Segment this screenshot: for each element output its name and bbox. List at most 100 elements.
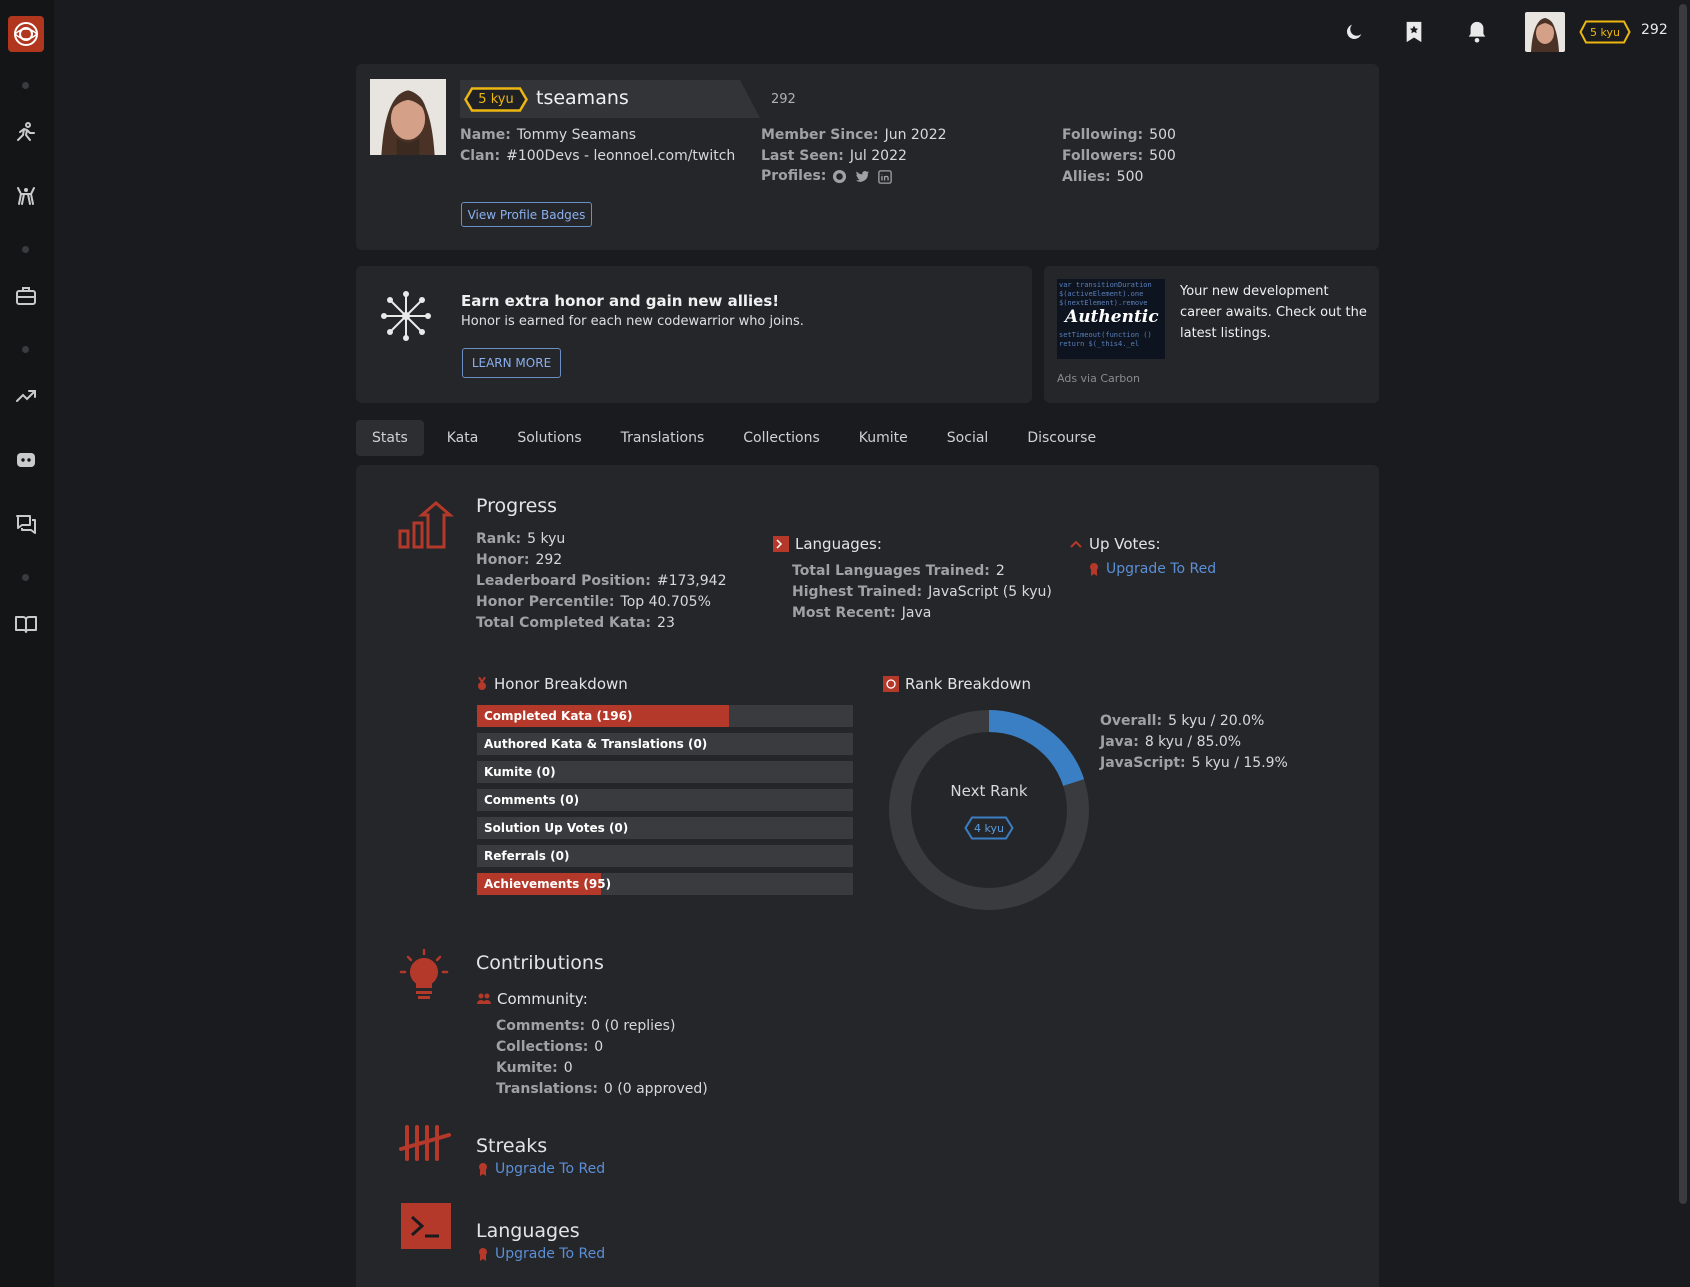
referral-promo-card: Earn extra honor and gain new allies! Ho… [356,266,1032,403]
learn-more-button[interactable]: LEARN MORE [462,348,561,378]
profile-col-3: Following: 500 Followers: 500 Allies: 500 [1062,124,1176,187]
next-rank-label: Next Rank [950,782,1028,800]
carbon-ad-card: var transitionDuration $(activeElement).… [1044,266,1379,403]
tab-collections[interactable]: Collections [727,420,836,456]
tab-kata[interactable]: Kata [431,420,495,456]
progress-stats: Rank: 5 kyu Honor: 292 Leaderboard Positio… [476,528,726,633]
upvotes-upgrade-link[interactable]: Upgrade To Red [1106,561,1216,577]
svg-text:return $(_this4._el: return $(_this4._el [1059,340,1139,348]
member-since-label: Member Since: [761,127,879,143]
collections-label: Collections: [496,1039,589,1055]
discord-icon[interactable] [12,446,40,474]
honor-bar-label: Completed Kata (196) [484,709,633,723]
user-avatar[interactable] [1525,12,1565,52]
honor-bar: Completed Kata (196) [477,705,853,727]
top-rank-badge: 5 kyu [1579,20,1631,44]
medal-icon [478,677,486,690]
percentile-label: Honor Percentile: [476,594,615,610]
upgrade-ribbon-icon [1090,563,1098,576]
languages-summary-stats: Total Languages Trained: 2 Highest Traine… [792,560,1052,623]
most-recent-value: Java [901,605,932,621]
profiles-label: Profiles: [761,168,827,184]
twitter-icon[interactable] [855,169,870,184]
practice-icon[interactable] [12,182,40,210]
profile-avatar [370,79,446,155]
page-scrollbar[interactable] [1676,0,1690,1287]
tab-stats[interactable]: Stats [356,420,424,456]
view-profile-badges-button[interactable]: View Profile Badges [461,202,592,227]
upvotes-upgrade: Upgrade To Red [1089,561,1216,577]
upgrade-ribbon-icon [479,1248,487,1261]
honor-bar: Achievements (95) [477,873,853,895]
tab-solutions[interactable]: Solutions [501,420,597,456]
contributions-title: Contributions [476,952,604,974]
java-value: 8 kyu / 85.0% [1144,734,1242,750]
clan-label: Clan: [460,148,501,164]
profile-card: 5 kyu tseamans 292 Name: Tommy Seamans Cl… [356,64,1379,250]
sidebar-divider-dot [22,574,29,581]
completed-label: Total Completed Kata: [476,615,652,631]
notifications-bell-icon[interactable] [1463,18,1491,46]
profile-col-1: Name: Tommy Seamans Clan: #100Devs - leonn… [460,124,735,166]
honor-bar: Referrals (0) [477,845,853,867]
followers-label: Followers: [1062,148,1144,164]
most-recent-label: Most Recent: [792,605,896,621]
name-value: Tommy Seamans [516,127,637,143]
community-title: Community: [497,990,588,1008]
tab-discourse[interactable]: Discourse [1011,420,1112,456]
clan-value: #100Devs - leonnoel.com/twitch [506,148,736,164]
tab-social[interactable]: Social [931,420,1005,456]
github-icon[interactable] [832,169,847,184]
upgrade-ribbon-icon [479,1163,487,1176]
streaks-upgrade-link[interactable]: Upgrade To Red [495,1161,605,1177]
next-rank-badge: 4 kyu [964,816,1014,840]
promo-title: Earn extra honor and gain new allies! [461,292,780,310]
codewars-logo[interactable] [8,16,44,52]
dark-mode-moon-icon[interactable] [1340,18,1368,46]
profile-honor: 292 [771,92,796,107]
total-languages-label: Total Languages Trained: [792,563,990,579]
progress-title: Progress [476,495,558,517]
comments-value: 0 (0 replies) [591,1018,676,1034]
tab-kumite[interactable]: Kumite [843,420,924,456]
streaks-title: Streaks [476,1135,548,1157]
sidebar-divider-dot [22,82,29,89]
javascript-label: JavaScript: [1100,755,1186,771]
ad-image[interactable]: var transitionDuration $(activeElement).… [1057,279,1165,359]
upvotes-header: Up Votes: [1069,535,1161,553]
docs-book-icon[interactable] [12,610,40,638]
allies-label: Allies: [1062,169,1111,185]
honor-bar-label: Solution Up Votes (0) [484,821,629,835]
username-banner: 5 kyu tseamans [460,80,760,118]
ad-via-carbon[interactable]: Ads via Carbon [1057,372,1140,385]
linkedin-icon[interactable] [878,169,893,184]
honor-bar: Comments (0) [477,789,853,811]
sidebar-divider-dot [22,246,29,253]
forum-chat-icon[interactable] [12,510,40,538]
honor-bar-label: Comments (0) [484,793,580,807]
profile-col-2: Member Since: Jun 2022 Last Seen: Jul 2022… [761,124,947,187]
bookmark-icon[interactable] [1400,18,1428,46]
ad-text[interactable]: Your new development career awaits. Chec… [1180,281,1370,344]
rank-breakdown-header: Rank Breakdown [883,675,1031,693]
highest-trained-value: JavaScript (5 kyu) [928,584,1052,600]
completed-value: 23 [657,615,675,631]
name-label: Name: [460,127,511,143]
upvotes-title: Up Votes: [1089,535,1161,553]
tab-translations[interactable]: Translations [605,420,721,456]
languages-summary-header: Languages: [773,535,882,553]
allies-network-icon [381,291,431,341]
jobs-briefcase-icon[interactable] [12,282,40,310]
translations-value: 0 (0 approved) [603,1081,708,1097]
scrollbar-thumb[interactable] [1679,4,1687,1204]
logo-icon [14,22,38,46]
next-rank-value: 4 kyu [974,821,1004,835]
overall-label: Overall: [1100,713,1163,729]
community-stats: Comments: 0 (0 replies) Collections: 0 Kum… [496,1015,708,1099]
training-icon[interactable] [12,118,40,146]
honor-bar: Kumite (0) [477,761,853,783]
leaderboard-label: Leaderboard Position: [476,573,651,589]
leaderboard-trend-icon[interactable] [12,382,40,410]
rank-breakdown-stats: Overall: 5 kyu / 20.0% Java: 8 kyu / 85.0%… [1100,710,1288,773]
languages-upgrade-link[interactable]: Upgrade To Red [495,1246,605,1262]
